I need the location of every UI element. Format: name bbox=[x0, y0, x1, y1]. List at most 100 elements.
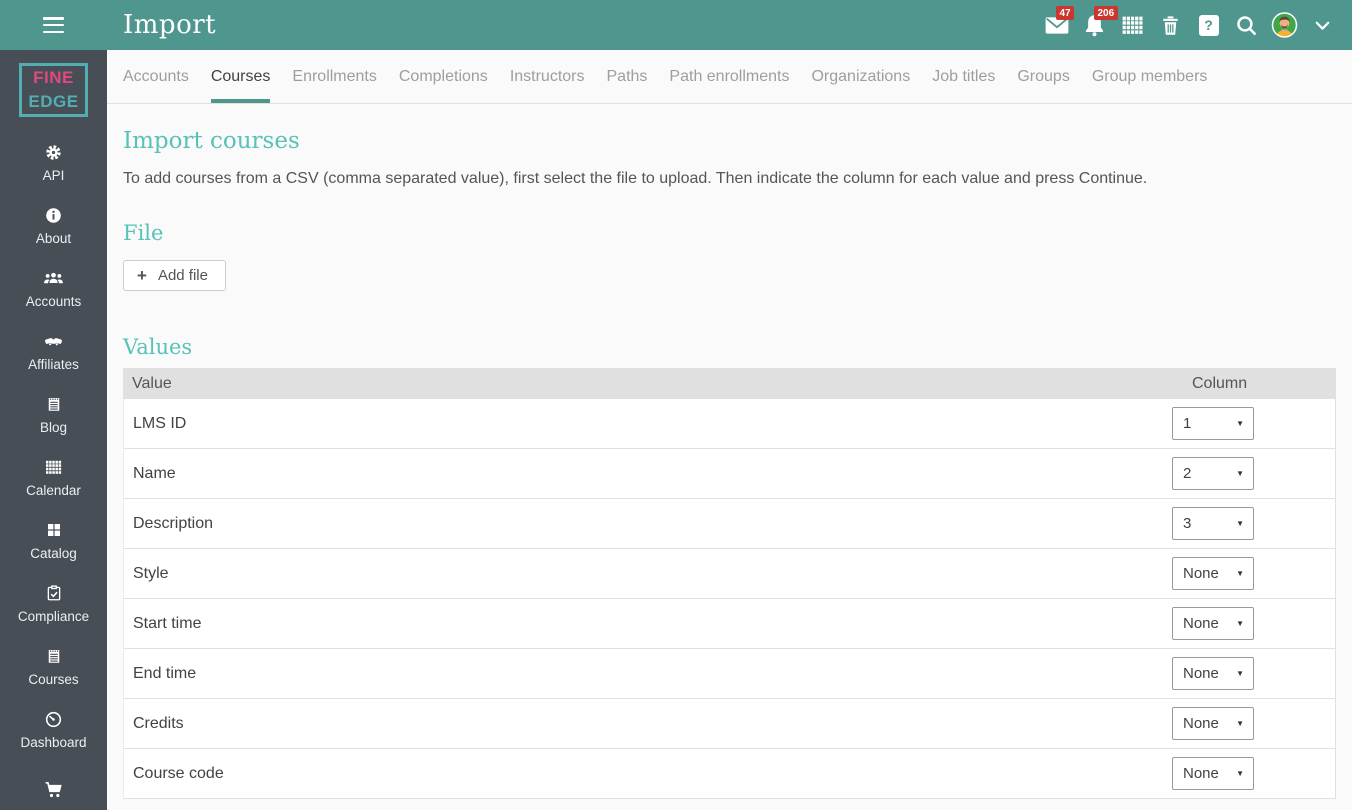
bell-icon[interactable]: 206 bbox=[1081, 6, 1118, 40]
sidebar-item-catalog[interactable]: Catalog bbox=[0, 509, 107, 572]
values-section-heading: Values bbox=[123, 335, 193, 359]
row-column-cell: None ▼ bbox=[1172, 707, 1335, 740]
table-row: Name 2 ▼ bbox=[123, 449, 1336, 499]
hamburger-icon bbox=[43, 17, 64, 33]
row-value-label: LMS ID bbox=[133, 414, 187, 432]
top-bar: Import 47 206? bbox=[0, 0, 1352, 50]
column-select[interactable]: None ▼ bbox=[1172, 657, 1254, 690]
mail-icon[interactable]: 47 bbox=[1043, 6, 1075, 40]
tab-accounts[interactable]: Accounts bbox=[123, 50, 189, 103]
cart-icon bbox=[44, 779, 64, 800]
tab-completions[interactable]: Completions bbox=[399, 50, 488, 103]
sidebar-item-about[interactable]: About bbox=[0, 194, 107, 257]
sidebar-item-label: Catalog bbox=[30, 545, 77, 561]
fine-edge-logo[interactable]: FINE EDGE bbox=[19, 63, 88, 117]
sidebar-item-compliance[interactable]: Compliance bbox=[0, 572, 107, 635]
caret-down-icon: ▼ bbox=[1236, 719, 1244, 728]
table-row: Course code None ▼ bbox=[123, 749, 1336, 799]
caret-down-icon: ▼ bbox=[1236, 619, 1244, 628]
table-row: Description 3 ▼ bbox=[123, 499, 1336, 549]
column-column-header: Column bbox=[1192, 374, 1248, 392]
clipboard-check-icon bbox=[45, 583, 63, 604]
column-select[interactable]: 1 ▼ bbox=[1172, 407, 1254, 440]
sidebar-item-courses[interactable]: Courses bbox=[0, 635, 107, 698]
people-icon bbox=[43, 268, 64, 289]
column-select-value: None bbox=[1183, 765, 1219, 782]
tab-organizations[interactable]: Organizations bbox=[811, 50, 910, 103]
row-column-cell: None ▼ bbox=[1172, 657, 1335, 690]
chevron-down-icon[interactable] bbox=[1309, 10, 1336, 40]
column-select-value: None bbox=[1183, 665, 1219, 682]
row-value-label: End time bbox=[133, 664, 197, 682]
search-icon[interactable] bbox=[1233, 10, 1260, 40]
handshake-icon bbox=[43, 331, 64, 352]
sidebar-nav: API About Accounts Affiliates Blog Calendar Ca… bbox=[0, 131, 107, 810]
info-icon bbox=[44, 205, 63, 226]
column-select[interactable]: None ▼ bbox=[1172, 607, 1254, 640]
notepad-icon bbox=[45, 646, 63, 667]
sidebar-item-dashboard[interactable]: Dashboard bbox=[0, 698, 107, 761]
row-column-cell: None ▼ bbox=[1172, 757, 1335, 790]
logo-line-2: EDGE bbox=[28, 91, 79, 111]
mail-badge: 47 bbox=[1056, 6, 1075, 20]
gauge-icon bbox=[44, 709, 63, 730]
row-column-cell: None ▼ bbox=[1172, 607, 1335, 640]
help-glyph: ? bbox=[1198, 14, 1219, 36]
table-row: End time None ▼ bbox=[123, 649, 1336, 699]
grid-icon bbox=[44, 457, 63, 478]
row-column-cell: 3 ▼ bbox=[1172, 507, 1335, 540]
gear-icon bbox=[44, 142, 63, 163]
tab-groups[interactable]: Groups bbox=[1017, 50, 1069, 103]
sidebar-item-label: API bbox=[42, 167, 65, 183]
help-icon[interactable]: ? bbox=[1195, 10, 1222, 40]
column-select-value: 2 bbox=[1183, 465, 1192, 482]
caret-down-icon: ▼ bbox=[1236, 669, 1244, 678]
row-value-label: Style bbox=[133, 564, 169, 582]
caret-down-icon: ▼ bbox=[1236, 519, 1244, 528]
content: Import courses To add courses from a CSV… bbox=[107, 128, 1352, 799]
column-select[interactable]: 3 ▼ bbox=[1172, 507, 1254, 540]
tab-paths[interactable]: Paths bbox=[607, 50, 648, 103]
sidebar-item-calendar[interactable]: Calendar bbox=[0, 446, 107, 509]
sidebar-item-accounts[interactable]: Accounts bbox=[0, 257, 107, 320]
bell-badge: 206 bbox=[1094, 6, 1118, 20]
column-select-value: 1 bbox=[1183, 415, 1192, 432]
add-file-button[interactable]: + Add file bbox=[123, 260, 226, 291]
column-select[interactable]: None ▼ bbox=[1172, 707, 1254, 740]
avatar[interactable] bbox=[1271, 10, 1298, 40]
row-value-label: Name bbox=[133, 464, 176, 482]
table-row: Credits None ▼ bbox=[123, 699, 1336, 749]
tab-enrollments[interactable]: Enrollments bbox=[292, 50, 376, 103]
sidebar-item-blog[interactable]: Blog bbox=[0, 383, 107, 446]
column-select[interactable]: None ▼ bbox=[1172, 757, 1254, 790]
sidebar-item-label: Affiliates bbox=[28, 356, 79, 372]
tab-group-members[interactable]: Group members bbox=[1092, 50, 1208, 103]
caret-down-icon: ▼ bbox=[1236, 569, 1244, 578]
column-select[interactable]: 2 ▼ bbox=[1172, 457, 1254, 490]
import-description: To add courses from a CSV (comma separat… bbox=[123, 170, 1148, 187]
value-column-header: Value bbox=[132, 374, 172, 392]
import-courses-heading: Import courses bbox=[123, 128, 300, 154]
plus-icon: + bbox=[137, 265, 147, 285]
table-row: Start time None ▼ bbox=[123, 599, 1336, 649]
row-value-label: Credits bbox=[133, 714, 184, 732]
tab-courses[interactable]: Courses bbox=[210, 50, 270, 103]
sidebar-item-label: Calendar bbox=[26, 482, 81, 498]
sidebar-item-label: Courses bbox=[28, 671, 79, 687]
tab-path-enrollments[interactable]: Path enrollments bbox=[669, 50, 789, 103]
values-table: Value Column LMS ID 1 ▼ Name 2 ▼ Description 3 ▼… bbox=[123, 368, 1336, 799]
trash-icon[interactable] bbox=[1157, 10, 1184, 40]
sidebar-item-label: Blog bbox=[39, 419, 68, 435]
sidebar-item-affiliates[interactable]: Affiliates bbox=[0, 320, 107, 383]
sidebar-item-cart[interactable] bbox=[0, 761, 107, 810]
caret-down-icon: ▼ bbox=[1236, 769, 1244, 778]
row-value-label: Description bbox=[133, 514, 214, 532]
tab-job-titles[interactable]: Job titles bbox=[932, 50, 995, 103]
table-icon[interactable] bbox=[1119, 10, 1146, 40]
notepad-icon bbox=[45, 394, 63, 415]
sidebar-item-api[interactable]: API bbox=[0, 131, 107, 194]
tab-instructors[interactable]: Instructors bbox=[510, 50, 585, 103]
column-select[interactable]: None ▼ bbox=[1172, 557, 1254, 590]
table-row: LMS ID 1 ▼ bbox=[123, 399, 1336, 449]
hamburger-menu-button[interactable] bbox=[0, 17, 107, 33]
